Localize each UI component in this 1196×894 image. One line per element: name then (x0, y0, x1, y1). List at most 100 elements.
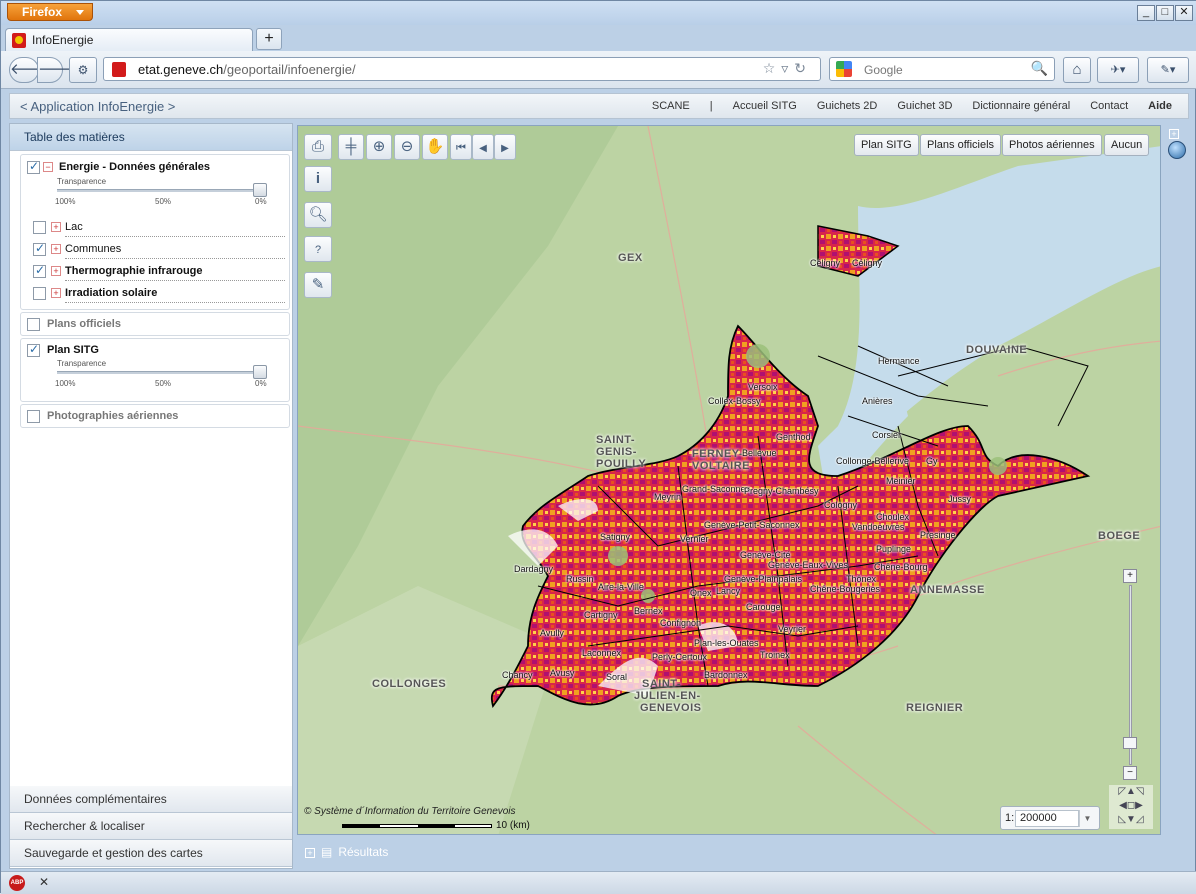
firefox-menu-button[interactable]: Firefox (7, 3, 93, 21)
tab-title: InfoEnergie (32, 33, 94, 47)
section-sauvegarde[interactable]: Sauvegarde et gestion des cartes (10, 840, 292, 867)
status-bar: ABP ✕ (1, 871, 1196, 894)
energie-slider-knob[interactable] (253, 183, 267, 197)
menu-scane[interactable]: SCANE (642, 100, 700, 112)
layer-irradiation: + Irradiation solaire (33, 287, 285, 307)
tab-strip: InfoEnergie + (1, 25, 1196, 52)
thermographie-checkbox[interactable] (33, 263, 46, 278)
plans-officiels-checkbox[interactable] (27, 318, 40, 331)
scale-input[interactable]: 200000 (1015, 810, 1079, 827)
back-button[interactable]: 🡐 (9, 57, 50, 83)
bookmark-star-icon[interactable]: ☆▿↻ (763, 60, 812, 77)
zoom-out-button[interactable]: − (1123, 766, 1137, 780)
menu-contact[interactable]: Contact (1080, 100, 1138, 112)
basemap-plan-sitg-button[interactable]: Plan SITG (854, 134, 919, 156)
zoom-slider-knob[interactable] (1123, 737, 1137, 749)
tick-100: 100% (55, 379, 76, 388)
section-donnees-complementaires[interactable]: Données complémentaires (10, 786, 292, 813)
tools-button[interactable]: ✎▾ (1147, 57, 1189, 83)
region-label: ANNEMASSE (910, 584, 985, 596)
address-bar[interactable]: etat.geneve.ch/geoportail/infoenergie/ ☆… (103, 57, 821, 81)
communes-checkbox[interactable] (33, 241, 46, 256)
commune-label: Collex-Bossy (708, 396, 761, 406)
menu-accueil-sitg[interactable]: Accueil SITG (723, 100, 807, 112)
lac-checkbox[interactable] (33, 221, 46, 234)
results-bar[interactable]: + ▤ Résultats (297, 839, 1161, 867)
divider (65, 258, 285, 259)
full-extent-button[interactable]: ⏮ (450, 134, 472, 160)
search-icon[interactable]: 🔍 (1031, 60, 1048, 77)
close-icon[interactable]: ✕ (39, 875, 49, 889)
zoom-out-tool[interactable]: ⊖ (394, 134, 420, 160)
energie-checkbox[interactable] (27, 159, 40, 174)
home-button[interactable]: ⌂ (1063, 57, 1091, 83)
print-button[interactable]: ⎙ (304, 134, 332, 160)
commune-label: Perly-Certoux (652, 652, 708, 662)
commune-label: Laconnex (582, 648, 622, 658)
close-window-button[interactable]: ✕ (1175, 5, 1193, 21)
pan-control[interactable]: ◸▲◹ ◀◻▶ ◺▼◿ (1109, 785, 1153, 829)
plan-sitg-checkbox[interactable] (27, 342, 40, 357)
title-bar: Firefox _ □ ✕ (1, 1, 1196, 25)
adblock-icon[interactable]: ABP (9, 875, 25, 891)
right-panel-strip: + (1165, 125, 1191, 835)
basemap-plans-officiels-button[interactable]: Plans officiels (920, 134, 1002, 156)
map-view[interactable]: ⎙ ╪ ⊕ ⊖ ✋ ⏮ ◀ ▶ i 🔍︎ ? ✎ Plan SITG Plans… (297, 125, 1161, 835)
photos-aeriennes-checkbox[interactable] (27, 410, 40, 423)
commune-label: Grand-Saconnex (682, 484, 751, 494)
globe-icon[interactable] (1168, 141, 1186, 159)
section-rechercher-localiser[interactable]: Rechercher & localiser (10, 813, 292, 840)
chevron-down-icon[interactable]: ▼ (1079, 810, 1095, 827)
divider (65, 280, 285, 281)
menu-guichets-2d[interactable]: Guichets 2D (807, 100, 888, 112)
measure-button[interactable]: ╪ (338, 134, 364, 160)
toc-header[interactable]: Table des matières (10, 124, 292, 151)
minimize-button[interactable]: _ (1137, 5, 1155, 21)
basemap-photos-aeriennes-button[interactable]: Photos aériennes (1002, 134, 1102, 156)
zoom-in-button[interactable]: + (1123, 569, 1137, 583)
addon-button[interactable]: ✈▾ (1097, 57, 1139, 83)
expand-icon[interactable]: + (51, 222, 61, 232)
pan-tool[interactable]: ✋ (422, 134, 448, 160)
collapse-icon[interactable]: − (43, 162, 53, 172)
commune-label: Vernier (680, 534, 709, 544)
legend-button[interactable]: ? (304, 236, 332, 262)
plan-sitg-slider-knob[interactable] (253, 365, 267, 379)
group-plan-sitg: Plan SITG Transparence 100% 50% 0% (20, 338, 290, 402)
forward-button[interactable]: 🡒 (37, 57, 78, 83)
expand-icon[interactable]: + (51, 266, 61, 276)
irradiation-checkbox[interactable] (33, 287, 46, 300)
menu-guichet-3d[interactable]: Guichet 3D (887, 100, 962, 112)
new-tab-button[interactable]: + (256, 28, 282, 50)
previous-extent-button[interactable]: ◀ (472, 134, 494, 160)
expand-icon[interactable]: + (51, 244, 61, 254)
next-extent-button[interactable]: ▶ (494, 134, 516, 160)
google-icon (836, 61, 852, 77)
region-label: FERNEY- (692, 448, 744, 460)
tools-icon: ✎▾ (1160, 64, 1176, 76)
draw-button[interactable]: ✎ (304, 272, 332, 298)
irradiation-label: Irradiation solaire (65, 287, 158, 299)
identity-button[interactable]: ⚙ (69, 57, 97, 83)
energie-transparency-slider[interactable] (57, 189, 265, 192)
search-box[interactable]: Google 🔍 (829, 57, 1055, 81)
expand-icon[interactable]: + (51, 288, 61, 298)
region-label: GEX (618, 252, 643, 264)
menu-separator: | (709, 100, 713, 112)
plan-sitg-transparency-label: Transparence (57, 359, 107, 368)
zoom-in-tool[interactable]: ⊕ (366, 134, 392, 160)
maximize-button[interactable]: □ (1156, 5, 1174, 21)
menu-dictionnaire[interactable]: Dictionnaire général (962, 100, 1080, 112)
plan-sitg-transparency-slider[interactable] (57, 371, 265, 374)
layer-thermographie: + Thermographie infrarouge (33, 263, 285, 285)
expand-icon[interactable]: + (1169, 129, 1179, 139)
expand-icon[interactable]: + (305, 848, 315, 858)
info-button[interactable]: i (304, 166, 332, 192)
menu-aide[interactable]: Aide (1138, 100, 1182, 112)
commune-label: Bellevue (742, 448, 777, 458)
zoom-in-icon: ⊕ (372, 138, 386, 155)
tab-infoenergie[interactable]: InfoEnergie (5, 28, 253, 52)
search-map-button[interactable]: 🔍︎ (304, 202, 332, 228)
first-icon: ⏮ (456, 142, 466, 154)
basemap-aucun-button[interactable]: Aucun (1104, 134, 1150, 156)
